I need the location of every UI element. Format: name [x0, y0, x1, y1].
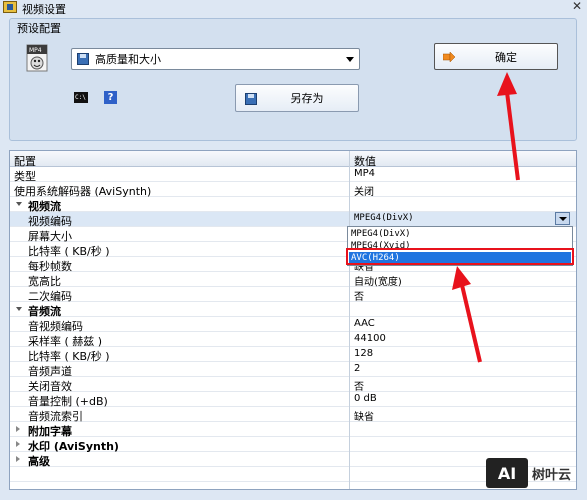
watermark-logo-box: AI [486, 458, 528, 488]
watermark-logo: AI 树叶云 [486, 458, 582, 488]
arrow-to-codec-option [452, 266, 482, 363]
annotation-arrows [452, 72, 520, 363]
watermark-text: 树叶云 [532, 467, 572, 483]
arrow-to-ok-button [497, 72, 520, 181]
